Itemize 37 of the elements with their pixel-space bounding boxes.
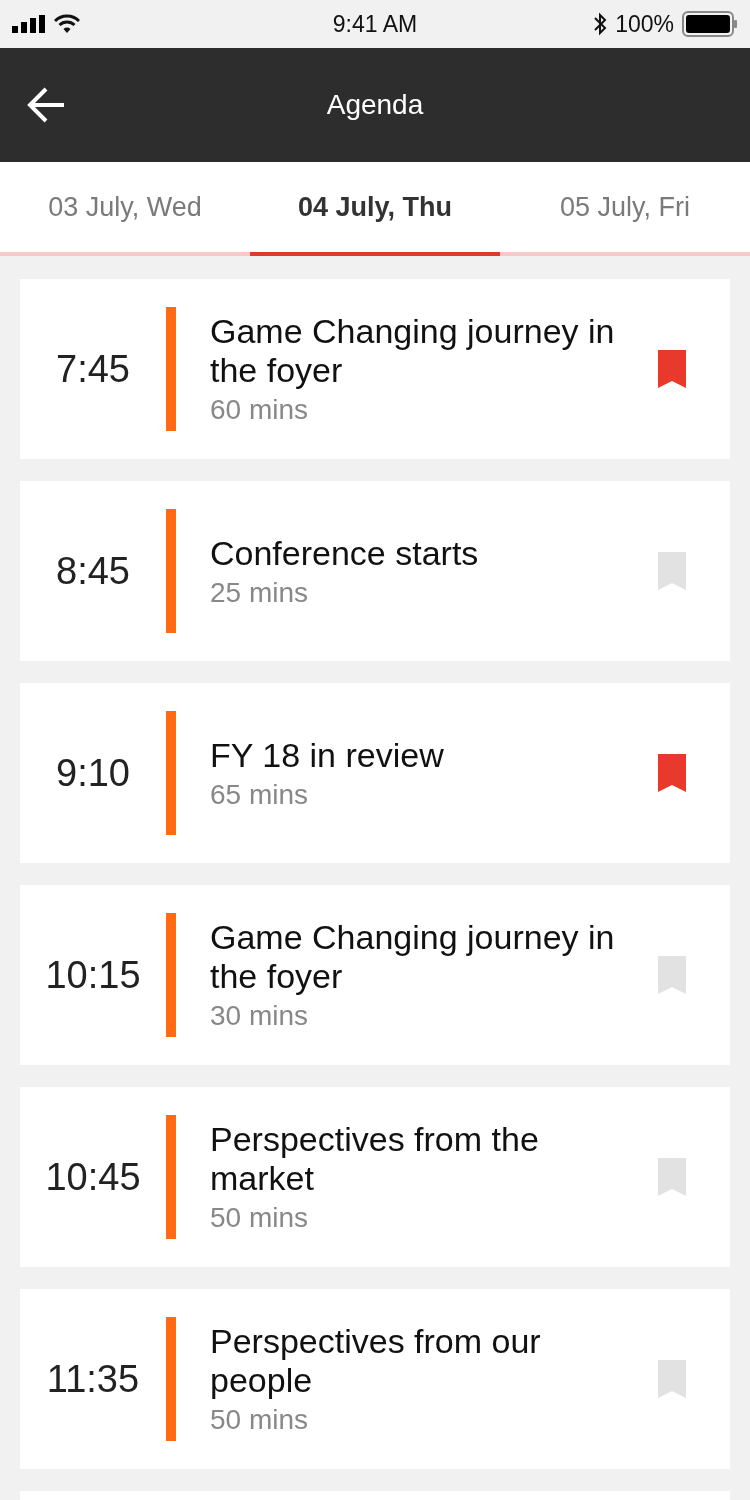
bookmark-icon[interactable] <box>658 350 686 388</box>
battery-icon <box>682 11 738 37</box>
session-title: FY 18 in review <box>210 735 445 775</box>
signal-icon <box>12 15 46 33</box>
session-card[interactable]: 10:45 Perspectives from the market 50 mins <box>20 1087 730 1267</box>
session-title: Conference starts <box>210 533 480 573</box>
session-duration: 25 mins <box>210 576 310 609</box>
session-title: Game Changing journey in the foyer <box>210 312 616 390</box>
session-time: 8:45 <box>55 549 131 593</box>
session-card[interactable]: 10:15 Game Changing journey in the foyer 30 mins <box>20 885 730 1065</box>
session-duration: 60 mins <box>210 394 310 426</box>
date-tab[interactable]: 05 July, Fri <box>500 162 750 256</box>
bluetooth-icon <box>593 12 608 36</box>
session-time: 7:45 <box>55 347 131 391</box>
session-title: Perspectives from the market <box>210 1120 540 1198</box>
date-tab[interactable]: 04 July, Thu <box>250 162 500 256</box>
bookmark-icon[interactable] <box>658 754 686 792</box>
battery-percent: 100% <box>615 10 674 38</box>
session-duration: 50 mins <box>210 1202 310 1234</box>
clock-time: 9:41 AM <box>332 10 418 38</box>
session-time: 9:10 <box>55 751 131 795</box>
session-title: Game Changing journey in the foyer <box>210 918 616 996</box>
header-title: Agenda <box>326 89 424 121</box>
session-card[interactable]: 8:45 Conference starts 25 mins <box>20 481 730 661</box>
session-duration: 65 mins <box>210 778 310 811</box>
session-card[interactable]: 9:10 FY 18 in review 65 mins <box>20 683 730 863</box>
session-time: 11:35 <box>45 1357 141 1401</box>
session-card[interactable]: 7:45 Game Changing journey in the foyer 60 mins <box>20 279 730 459</box>
session-time: 10:45 <box>44 1155 142 1199</box>
session-time: 10:15 <box>44 953 142 997</box>
session-duration: 50 mins <box>210 1404 310 1436</box>
session-card[interactable]: 11:35 Perspectives from our people 50 mins <box>20 1289 730 1469</box>
back-arrow-icon[interactable] <box>26 85 66 125</box>
wifi-icon <box>54 14 80 34</box>
session-title: Perspectives from our people <box>210 1322 542 1400</box>
date-tab[interactable]: 03 July, Wed <box>0 162 250 256</box>
session-duration: 30 mins <box>210 1000 310 1032</box>
